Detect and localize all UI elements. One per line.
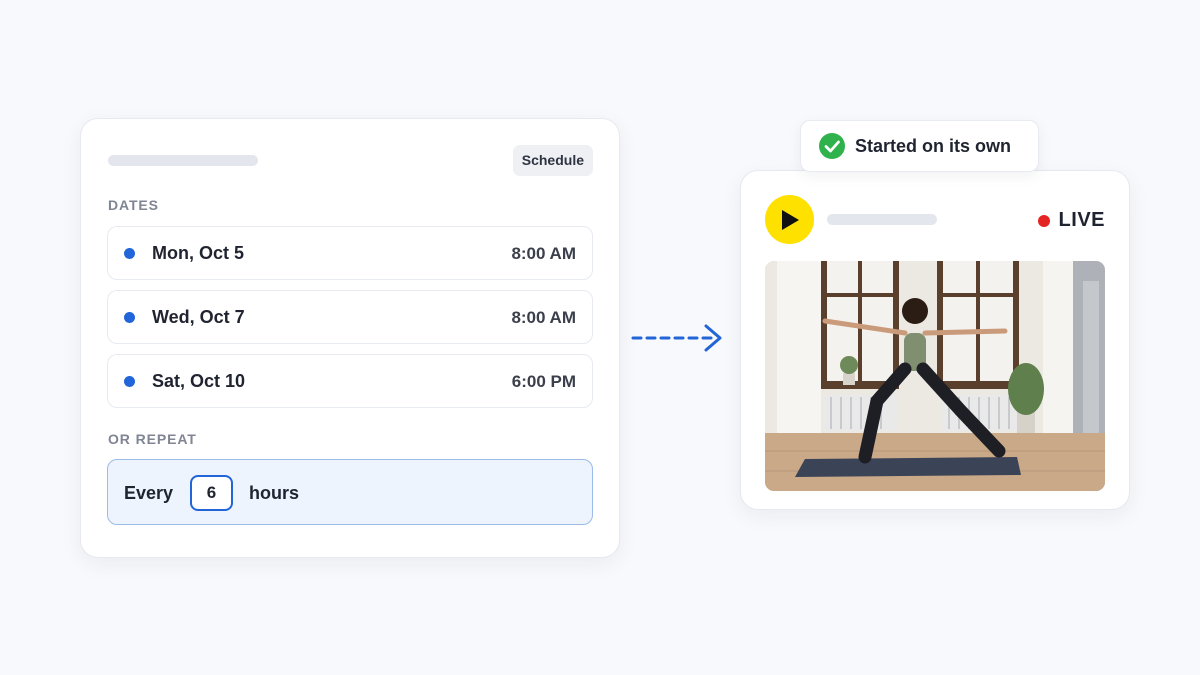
video-thumbnail[interactable] [765,261,1105,491]
play-button[interactable] [765,195,814,244]
title-placeholder [108,155,258,166]
dates-section-label: DATES [108,197,159,213]
date-row[interactable]: Mon, Oct 5 8:00 AM [107,226,593,280]
repeat-hours-input[interactable]: 6 [190,475,233,511]
date-label: Mon, Oct 5 [152,243,245,263]
live-badge: LIVE [1037,209,1105,233]
repeat-prefix-label: Every [124,483,174,503]
stage: Schedule DATES Mon, Oct 5 8:00 AM Wed, O… [0,0,1200,675]
status-pill: Started on its own [800,120,1039,172]
dashed-arrow-icon [631,324,722,352]
yoga-scene-image [765,261,1105,491]
date-row[interactable]: Sat, Oct 10 6:00 PM [107,354,593,408]
date-label: Sat, Oct 10 [152,371,246,391]
date-dot-icon [124,248,135,259]
date-label: Wed, Oct 7 [152,307,245,327]
date-row[interactable]: Wed, Oct 7 8:00 AM [107,290,593,344]
schedule-badge[interactable]: Schedule [512,145,593,176]
live-stream-card: LIVE [740,170,1130,510]
stream-title-placeholder [827,214,937,225]
time-label: 8:00 AM [511,308,576,327]
play-icon [782,210,799,230]
check-circle-icon [819,133,845,159]
live-label: LIVE [1058,209,1105,231]
live-dot-icon [1037,215,1050,227]
date-dot-icon [124,376,135,387]
date-dot-icon [124,312,135,323]
time-label: 8:00 AM [511,244,576,263]
repeat-section-label: OR REPEAT [108,431,197,447]
time-label: 6:00 PM [511,372,576,391]
repeat-unit-label: hours [249,483,300,503]
schedule-card: Schedule DATES Mon, Oct 5 8:00 AM Wed, O… [80,118,620,558]
status-text: Started on its own [855,136,1012,156]
repeat-interval-box: Every 6 hours [107,459,593,525]
